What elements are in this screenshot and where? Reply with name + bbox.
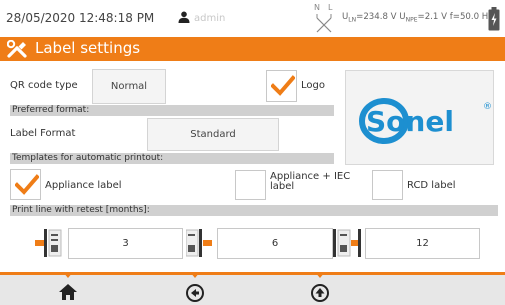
section-preferred-format: Preferred format: [10,105,334,116]
phase-connection-icon: N L [312,3,336,34]
nav-marker [190,272,200,278]
logo-label: Logo [301,80,325,91]
appliance-iec-label-text: Appliance + IEC label [270,171,351,192]
retest-label-icon [35,229,62,257]
retest-label-icon [186,229,212,257]
retest-field-1[interactable]: 3 [68,228,183,259]
nav-marker [315,272,325,278]
retest-field-2[interactable]: 6 [217,228,333,259]
qr-code-type-field[interactable]: Normal [92,69,166,104]
section-retest: Print line with retest [months]: [10,205,498,216]
up-icon[interactable] [311,284,329,302]
qr-code-type-label: QR code type [10,80,78,91]
datetime: 28/05/2020 12:48:18 PM [6,11,155,25]
bottom-nav [0,272,505,305]
logo-preview: Sonel ® [345,70,494,165]
appliance-iec-label-checkbox[interactable] [235,170,266,200]
battery-icon [488,7,500,31]
svg-text:®: ® [483,102,492,112]
user-name: admin [194,13,226,24]
section-templates: Templates for automatic printout: [10,153,334,164]
nav-marker [63,272,73,278]
rcd-label-checkbox[interactable] [372,170,403,200]
user-icon [178,11,190,23]
measurement-readout: ULN=234.8 V UNPE=2.1 V f=50.0 Hz [342,12,493,24]
svg-text:Sonel: Sonel [366,105,454,138]
home-icon[interactable] [59,284,77,300]
back-icon[interactable] [186,284,204,302]
retest-field-3[interactable]: 12 [365,228,480,259]
retest-label-icon [333,229,361,257]
appliance-label-checkbox[interactable] [10,169,41,200]
appliance-label-text: Appliance label [45,180,122,191]
title-bar: Label settings [0,37,505,61]
tools-icon [7,40,27,58]
page-title: Label settings [35,39,141,57]
label-format-label: Label Format [10,128,76,139]
status-bar: 28/05/2020 12:48:18 PM admin N L ULN=234… [0,0,505,37]
sonel-logo: Sonel ® [359,98,492,144]
checkmark-icon [15,174,39,195]
label-format-field[interactable]: Standard [147,118,279,151]
rcd-label-text: RCD label [407,180,456,191]
checkmark-icon [271,75,295,96]
logo-checkbox[interactable] [266,70,297,102]
